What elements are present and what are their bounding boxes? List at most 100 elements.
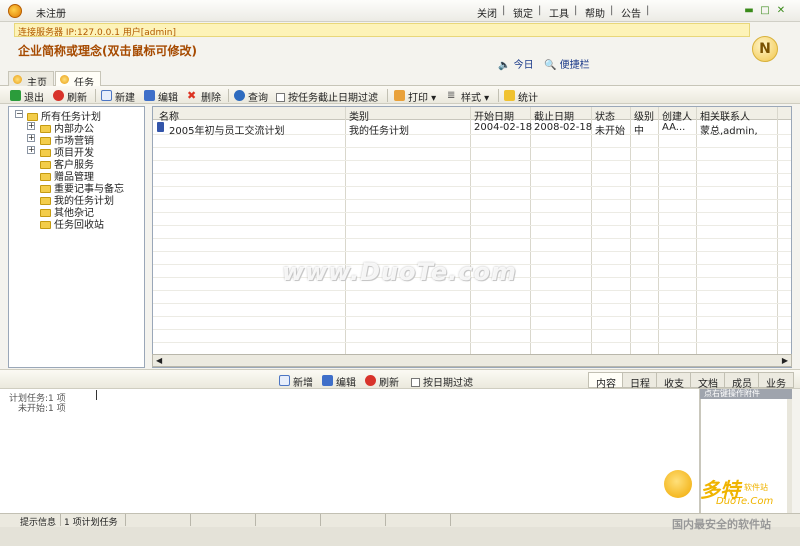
tree-item[interactable]: 其他杂记	[40, 204, 94, 219]
tab-members[interactable]: 成员	[724, 372, 760, 390]
column-header-contacts[interactable]: 相关联系人	[700, 108, 750, 123]
print-button[interactable]: 打印 ▾	[394, 89, 436, 104]
center-watermark: www.DuoTe.com	[282, 258, 517, 286]
new-button[interactable]: 新建	[101, 89, 135, 104]
slogan-watermark: 国内最安全的软件站	[672, 518, 771, 531]
edit-label: 编辑	[158, 93, 178, 104]
menu-lock[interactable]: 锁定	[513, 5, 533, 20]
toolbar-separator	[498, 89, 499, 102]
column-header-status[interactable]: 状态	[595, 108, 615, 123]
tree-item[interactable]: 赠品管理	[40, 168, 94, 183]
expand-toggle-icon[interactable]: +	[27, 122, 35, 130]
collapse-toggle-icon[interactable]: −	[15, 110, 23, 118]
mascot-icon	[664, 470, 692, 498]
column-header-creator[interactable]: 创建人	[662, 108, 692, 123]
home-icon	[13, 75, 22, 84]
tree-item[interactable]: 客户服务	[40, 156, 94, 171]
status-separator	[190, 514, 191, 526]
tab-schedule[interactable]: 日程	[622, 372, 658, 390]
close-icon[interactable]: ✕	[776, 6, 786, 16]
task-detail-pane[interactable]	[0, 389, 700, 513]
stats-button[interactable]: 统计	[504, 89, 538, 104]
tab-strip	[0, 70, 800, 86]
today-link[interactable]: 🔈 今日	[498, 56, 534, 71]
column-header-start-date[interactable]: 开始日期	[474, 108, 514, 123]
query-icon	[234, 90, 245, 101]
add-button[interactable]: 新增	[279, 374, 313, 389]
task-grid: 名称 类别 开始日期 截止日期 状态 级别 创建人 相关联系人 2005年初与员…	[152, 106, 792, 368]
filter-date-checkbox[interactable]: 按日期过滤	[411, 374, 473, 389]
menu-close[interactable]: 关闭	[477, 5, 497, 20]
menu-separator: |	[502, 5, 506, 16]
tab-tasks[interactable]: 任务	[55, 71, 101, 89]
task-type-icon	[157, 122, 164, 135]
column-header-level[interactable]: 级别	[634, 108, 654, 123]
tree-item[interactable]: 内部办公	[40, 120, 94, 135]
add-label: 新增	[293, 378, 313, 389]
attachment-pane-header: 点右键操作附件	[700, 389, 792, 399]
refresh-icon	[365, 375, 376, 386]
company-slogan[interactable]: 企业简称或理念(双击鼠标可修改)	[18, 42, 197, 59]
exit-button[interactable]: 退出	[10, 89, 44, 104]
minimize-icon[interactable]: ▬	[744, 6, 754, 16]
folder-icon	[40, 221, 51, 229]
tree-item[interactable]: 项目开发	[40, 144, 94, 159]
menu-tools[interactable]: 工具	[549, 5, 569, 20]
delete-label: 删除	[201, 93, 221, 104]
scroll-left-icon[interactable]: ◀	[156, 356, 162, 365]
cell-name: 2005年初与员工交流计划	[169, 126, 285, 137]
pane-splitter[interactable]	[146, 106, 151, 368]
menu-help[interactable]: 帮助	[585, 5, 605, 20]
exit-icon	[10, 90, 21, 101]
vertical-scrollbar[interactable]	[787, 399, 792, 513]
tree-item[interactable]: 任务回收站	[40, 216, 104, 231]
add-icon	[279, 375, 290, 386]
menu-separator: |	[646, 5, 650, 16]
edit-button[interactable]: 编辑	[144, 89, 178, 104]
url-watermark: DuoTe.Com	[716, 496, 774, 507]
filter-deadline-checkbox[interactable]: 按任务截止日期过滤	[276, 89, 378, 104]
cell-deadline: 2008-02-18	[534, 122, 593, 133]
horizontal-scrollbar[interactable]: ◀ ▶	[152, 354, 792, 367]
new-document-icon	[101, 90, 112, 101]
tree-item[interactable]: 市场营销	[40, 132, 94, 147]
not-started-count: 未开始:1 项	[18, 404, 66, 414]
detail-edit-button[interactable]: 编辑	[322, 374, 356, 389]
status-separator	[450, 514, 451, 526]
toolbar-separator	[228, 89, 229, 102]
expand-toggle-icon[interactable]: +	[27, 146, 35, 154]
cell-contacts: 蒙总,admin,	[700, 126, 758, 137]
maximize-icon[interactable]: □	[760, 6, 770, 16]
dropdown-arrow-icon: ▾	[481, 93, 490, 104]
column-divider	[530, 107, 531, 355]
expand-toggle-icon[interactable]: +	[27, 134, 35, 142]
column-divider	[470, 107, 471, 355]
checkbox-icon	[276, 93, 285, 102]
column-divider	[696, 107, 697, 355]
cell-status: 未开始	[595, 126, 625, 137]
tree-root[interactable]: 所有任务计划	[27, 108, 101, 123]
menu-notice[interactable]: 公告	[621, 5, 641, 20]
delete-button[interactable]: ✖ 删除	[187, 89, 221, 104]
tab-content[interactable]: 内容	[588, 372, 624, 390]
detail-refresh-button[interactable]: 刷新	[365, 374, 399, 389]
column-header-name[interactable]: 名称	[159, 108, 179, 123]
tab-documents[interactable]: 文档	[690, 372, 726, 390]
row-divider	[153, 329, 791, 330]
status-separator	[255, 514, 256, 526]
column-header-category[interactable]: 类别	[349, 108, 369, 123]
tab-income-expense[interactable]: 收支	[656, 372, 692, 390]
tree-item[interactable]: 重要记事与备忘	[40, 180, 124, 195]
title-bar	[0, 0, 800, 22]
tree-item[interactable]: 我的任务计划	[40, 192, 114, 207]
style-button[interactable]: ≣ 样式 ▾	[447, 89, 490, 104]
tab-business[interactable]: 业务	[758, 372, 794, 390]
status-separator	[320, 514, 321, 526]
tab-home[interactable]: 主页	[8, 71, 54, 89]
refresh-button[interactable]: 刷新	[53, 89, 87, 104]
convenient-bar-link[interactable]: 🔍 便捷栏	[544, 56, 590, 71]
column-header-deadline[interactable]: 截止日期	[534, 108, 574, 123]
query-button[interactable]: 查询	[234, 89, 268, 104]
scroll-right-icon[interactable]: ▶	[782, 356, 788, 365]
tree-item-label: 任务回收站	[54, 220, 104, 231]
